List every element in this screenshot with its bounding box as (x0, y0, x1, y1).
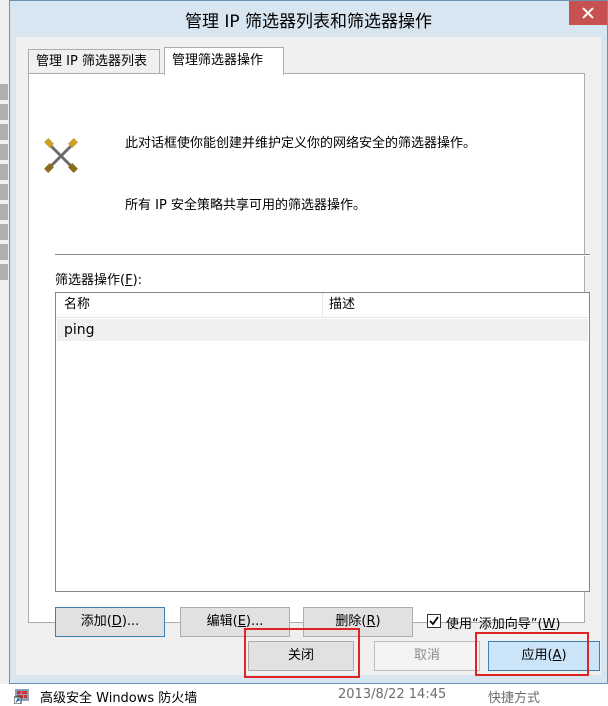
edit-button[interactable]: 编辑(E)... (180, 607, 290, 637)
use-wizard-label[interactable]: 使用“添加向导”(W) (446, 613, 560, 632)
tab-filter-actions[interactable]: 管理筛选器操作 (164, 47, 284, 75)
list-item[interactable]: ping (57, 319, 588, 341)
dialog-window: 管理 IP 筛选器列表和筛选器操作 管理 IP 筛选器列表 管理筛选器操作 此对… (9, 0, 608, 684)
file-name: 高级安全 Windows 防火墙 (40, 691, 198, 706)
column-header-description[interactable]: 描述 (324, 293, 589, 317)
filter-actions-label: 筛选器操作(F): (55, 273, 143, 288)
close-button[interactable]: 关闭 (248, 641, 354, 671)
window-close-icon[interactable] (569, 1, 607, 25)
title-bar[interactable]: 管理 IP 筛选器列表和筛选器操作 (10, 1, 607, 37)
background-file-row[interactable]: 高级安全 Windows 防火墙 2013/8/22 14:45 快捷方式 (0, 684, 608, 706)
list-header: 名称 描述 (56, 293, 589, 318)
column-header-name[interactable]: 名称 (56, 293, 323, 317)
description-text-1: 此对话框使你能创建并维护定义你的网络安全的筛选器操作。 (125, 136, 477, 151)
file-date: 2013/8/22 14:45 (338, 687, 447, 702)
use-wizard-checkbox[interactable] (427, 614, 441, 628)
delete-button[interactable]: 删除(R) (303, 607, 413, 637)
dialog-client-area: 管理 IP 筛选器列表 管理筛选器操作 此对话框使你能创建并维护定义你的网络安全… (16, 37, 601, 678)
window-title: 管理 IP 筛选器列表和筛选器操作 (184, 12, 433, 32)
cancel-button[interactable]: 取消 (374, 641, 480, 671)
file-type: 快捷方式 (488, 691, 541, 706)
description-text-2: 所有 IP 安全策略共享可用的筛选器操作。 (125, 198, 366, 213)
separator (55, 254, 590, 256)
tab-ip-filter-lists[interactable]: 管理 IP 筛选器列表 (28, 49, 160, 74)
checkmark-icon (429, 616, 439, 626)
add-button[interactable]: 添加(D)... (55, 607, 165, 637)
tools-icon (44, 138, 78, 173)
filter-actions-list[interactable]: 名称 描述 ping (55, 292, 590, 592)
apply-button[interactable]: 应用(A) (488, 641, 600, 671)
list-item-name: ping (64, 322, 95, 338)
tab-page-filter-actions: 此对话框使你能创建并维护定义你的网络安全的筛选器操作。 所有 IP 安全策略共享… (28, 73, 590, 637)
firewall-shortcut-icon (14, 689, 29, 704)
